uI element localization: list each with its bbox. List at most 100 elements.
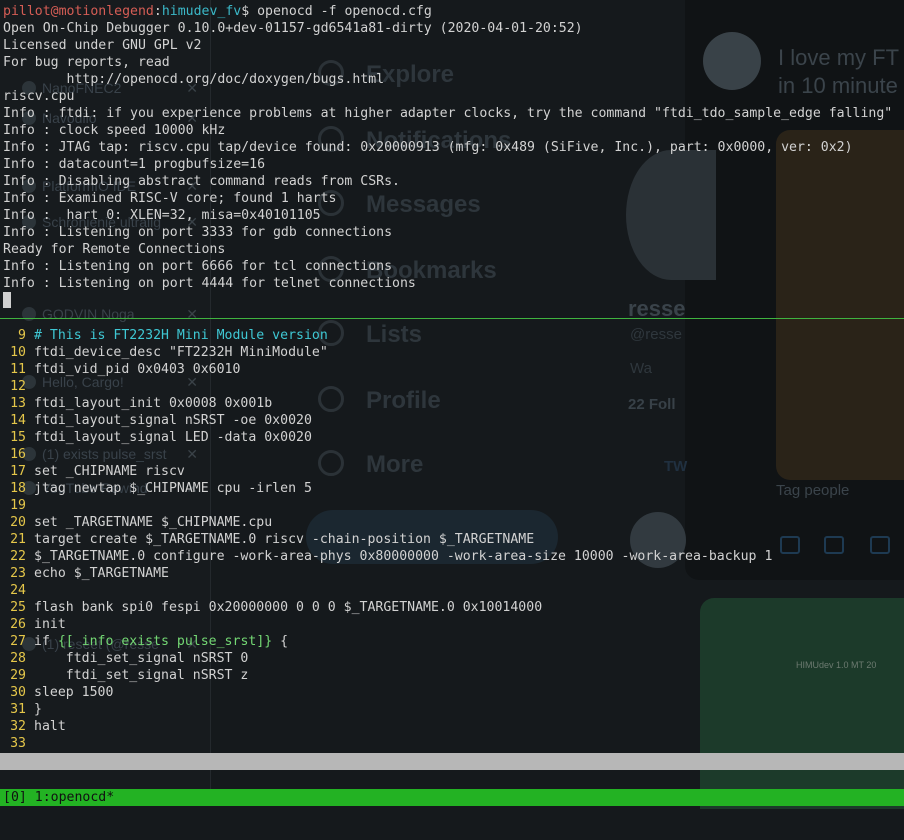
terminal-output-line: Info : datacount=1 progbufsize=16 — [3, 157, 266, 172]
terminal-output-line: Info : clock speed 10000 kHz — [3, 123, 226, 138]
line-number: 11 — [10, 362, 26, 377]
line-text: ftdi_device_desc "FT2232H MiniModule" — [34, 345, 328, 360]
line-number: 12 — [10, 379, 26, 394]
prompt-command: openocd -f openocd.cfg — [257, 4, 432, 19]
editor-line[interactable]: 28 ftdi_set_signal nSRST 0 — [0, 650, 248, 667]
editor-line[interactable]: 17 set _CHIPNAME riscv — [0, 463, 185, 480]
line-number: 20 — [10, 515, 26, 530]
line-text: flash bank spi0 fespi 0x20000000 0 0 0 $… — [34, 600, 543, 615]
editor-line[interactable]: 21 target create $_TARGETNAME.0 riscv -ch… — [0, 531, 534, 548]
line-text: halt — [34, 719, 66, 734]
terminal-output-line: Ready for Remote Connections — [3, 242, 226, 257]
editor-line[interactable]: 24 — [0, 582, 34, 599]
terminal-output-line: Open On-Chip Debugger 0.10.0+dev-01157-g… — [3, 21, 583, 36]
editor-line[interactable]: 29 ftdi_set_signal nSRST z — [0, 667, 248, 684]
line-number: 30 — [10, 685, 26, 700]
line-text: set _CHIPNAME riscv — [34, 464, 185, 479]
line-number: 32 — [10, 719, 26, 734]
prompt-user-host: pillot@motionlegend — [3, 4, 154, 19]
terminal-output-line: For bug reports, read — [3, 55, 170, 70]
terminal-cursor — [3, 292, 11, 308]
line-brace-expression: {[ info exists pulse_srst]} — [57, 634, 273, 649]
editor-line[interactable]: 19 — [0, 497, 34, 514]
editor-line[interactable]: 27 if {[ info exists pulse_srst]} { — [0, 633, 288, 650]
line-text: ftdi_layout_signal LED -data 0x0020 — [34, 430, 312, 445]
editor-line[interactable]: 23 echo $_TARGETNAME — [0, 565, 169, 582]
editor-line[interactable]: 26 init — [0, 616, 66, 633]
line-number: 24 — [10, 583, 26, 598]
editor-line[interactable]: 20 set _TARGETNAME $_CHIPNAME.cpu — [0, 514, 272, 531]
terminal-cursor-line — [3, 292, 11, 309]
terminal-output-line: Info : Listening on port 3333 for gdb co… — [3, 225, 393, 240]
editor-line[interactable]: 16 — [0, 446, 34, 463]
line-text: ftdi_layout_init 0x0008 0x001b — [34, 396, 273, 411]
line-text: echo $_TARGETNAME — [34, 566, 169, 581]
editor-scrollbar[interactable] — [0, 753, 904, 770]
terminal-output-line: Info : Disabling abstract command reads … — [3, 174, 400, 189]
line-number: 28 — [10, 651, 26, 666]
line-number: 31 — [10, 702, 26, 717]
line-text: # This is FT2232H Mini Module version — [34, 328, 328, 343]
editor-line[interactable]: 31} — [0, 701, 42, 718]
editor-pane[interactable]: 9 # This is FT2232H Mini Module version 10… — [0, 319, 904, 753]
terminal-output-line: Info : hart 0: XLEN=32, misa=0x40101105 — [3, 208, 321, 223]
line-number: 22 — [10, 549, 26, 564]
line-number: 29 — [10, 668, 26, 683]
line-number: 21 — [10, 532, 26, 547]
editor-line[interactable]: 11 ftdi_vid_pid 0x0403 0x6010 — [0, 361, 240, 378]
line-text: } — [34, 702, 42, 717]
editor-line[interactable]: 32 halt — [0, 718, 66, 735]
editor-line[interactable]: 33 — [0, 735, 34, 752]
line-number: 26 — [10, 617, 26, 632]
line-number: 19 — [10, 498, 26, 513]
line-number: 13 — [10, 396, 26, 411]
terminal-output-line: Info : Examined RISC-V core; found 1 har… — [3, 191, 337, 206]
line-number: 27 — [10, 634, 26, 649]
terminal-output-pane[interactable]: pillot@motionlegend:himudev_fv$ openocd … — [0, 0, 904, 318]
line-text: sleep 1500 — [34, 685, 114, 700]
terminal-output-line: http://openocd.org/doc/doxygen/bugs.html — [3, 72, 385, 87]
editor-line[interactable]: 9 # This is FT2232H Mini Module version — [0, 327, 328, 344]
tmux-status-bar: [0] 1:openocd* — [0, 789, 904, 806]
line-text: ftdi_layout_signal nSRST -oe 0x0020 — [34, 413, 312, 428]
line-number: 15 — [10, 430, 26, 445]
terminal-output-line: Info : Listening on port 6666 for tcl co… — [3, 259, 393, 274]
prompt-path: himudev_fv — [161, 4, 242, 19]
tmux-window-list[interactable]: [0] 1:openocd* — [3, 789, 114, 806]
line-text: jtag newtap $_CHIPNAME cpu -irlen 5 — [34, 481, 312, 496]
editor-line[interactable]: 14 ftdi_layout_signal nSRST -oe 0x0020 — [0, 412, 312, 429]
line-number: 10 — [10, 345, 26, 360]
line-number: 9 — [18, 328, 26, 343]
line-text: init — [34, 617, 66, 632]
editor-line[interactable]: 30 sleep 1500 — [0, 684, 113, 701]
editor-line[interactable]: 13 ftdi_layout_init 0x0008 0x001b — [0, 395, 272, 412]
line-text: if — [34, 634, 58, 649]
line-text: ftdi_set_signal nSRST 0 — [34, 651, 249, 666]
line-text: ftdi_vid_pid 0x0403 0x6010 — [34, 362, 241, 377]
line-text: target create $_TARGETNAME.0 riscv -chai… — [34, 532, 535, 547]
line-number: 18 — [10, 481, 26, 496]
shell-prompt-line: pillot@motionlegend:himudev_fv$ openocd … — [3, 3, 432, 20]
prompt-separator: : — [153, 4, 162, 19]
line-text: $_TARGETNAME.0 configure -work-area-phys… — [34, 549, 773, 564]
editor-line[interactable]: 10 ftdi_device_desc "FT2232H MiniModule" — [0, 344, 328, 361]
editor-line[interactable]: 12 — [0, 378, 34, 395]
terminal-window[interactable]: pillot@motionlegend:himudev_fv$ openocd … — [0, 0, 904, 809]
editor-line[interactable]: 25 flash bank spi0 fespi 0x20000000 0 0 0… — [0, 599, 542, 616]
prompt-symbol: $ — [241, 4, 258, 19]
terminal-output-line: Info : ftdi: if you experience problems … — [3, 106, 893, 121]
editor-line[interactable]: 18 jtag newtap $_CHIPNAME cpu -irlen 5 — [0, 480, 312, 497]
line-number: 14 — [10, 413, 26, 428]
line-number: 25 — [10, 600, 26, 615]
editor-line[interactable]: 15 ftdi_layout_signal LED -data 0x0020 — [0, 429, 312, 446]
line-text: set _TARGETNAME $_CHIPNAME.cpu — [34, 515, 273, 530]
line-number: 33 — [10, 736, 26, 751]
terminal-output-line: Info : Listening on port 4444 for telnet… — [3, 276, 416, 291]
line-tail: { — [272, 634, 289, 649]
terminal-output-line: Licensed under GNU GPL v2 — [3, 38, 202, 53]
editor-line[interactable]: 22 $_TARGETNAME.0 configure -work-area-ph… — [0, 548, 772, 565]
line-text: ftdi_set_signal nSRST z — [34, 668, 249, 683]
line-number: 17 — [10, 464, 26, 479]
terminal-output-line: Info : JTAG tap: riscv.cpu tap/device fo… — [3, 140, 853, 155]
line-number: 16 — [10, 447, 26, 462]
